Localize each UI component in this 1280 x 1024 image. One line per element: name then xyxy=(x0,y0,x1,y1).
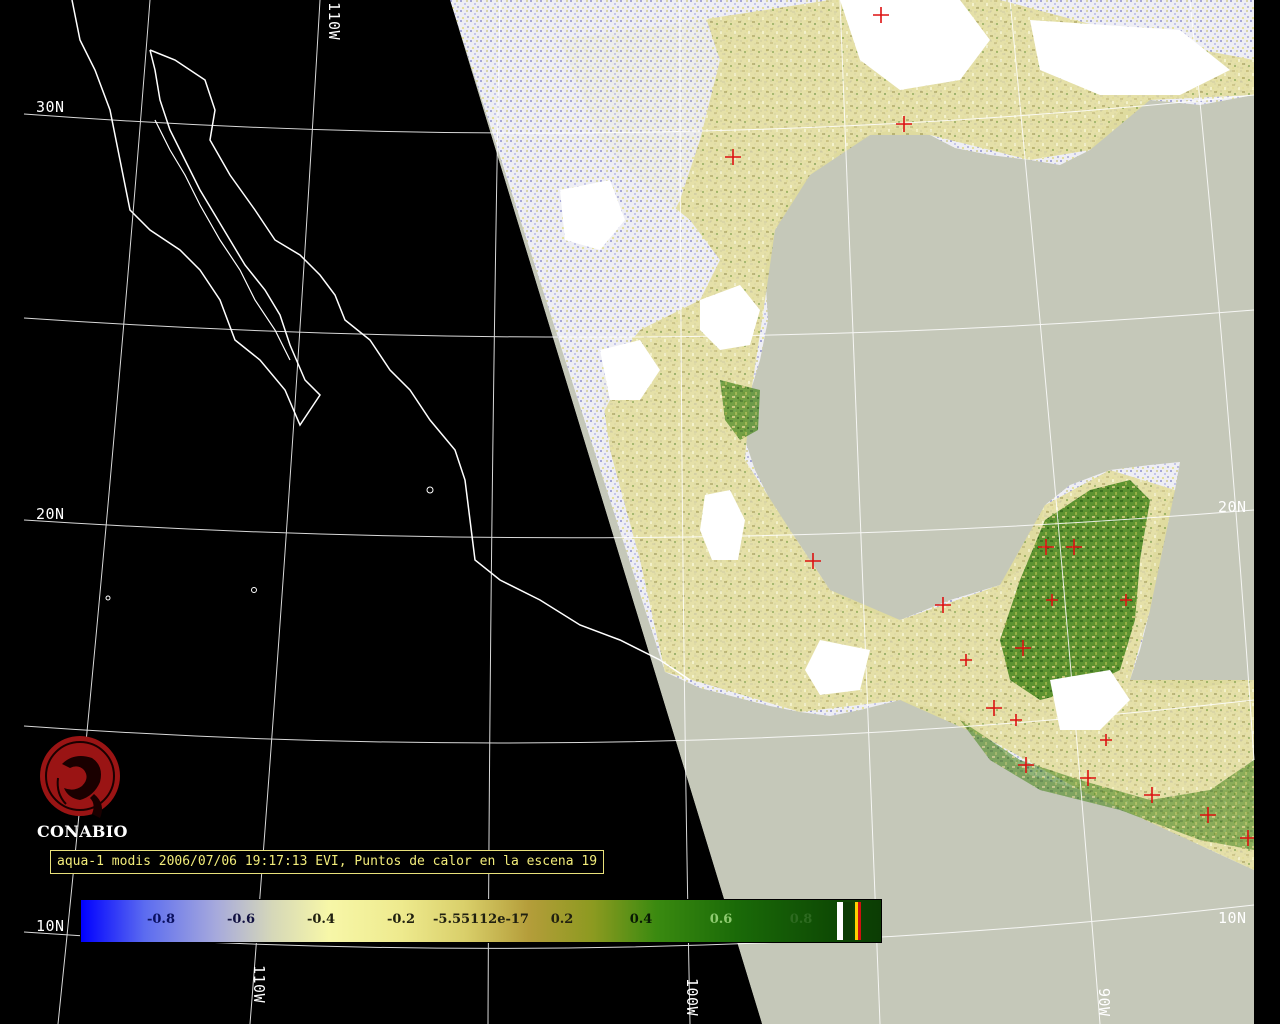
label-lon-90w-bottom: 90W xyxy=(1095,988,1113,1017)
colorbar-tick: 0.4 xyxy=(629,912,653,927)
label-lat-10n-left: 10N xyxy=(36,917,65,935)
colorbar-tick: -0.2 xyxy=(386,912,416,927)
colorbar-tick: -0.4 xyxy=(306,912,336,927)
label-lon-110w-top: 110W xyxy=(325,2,343,41)
colorbar-tick: 0.2 xyxy=(550,912,574,927)
label-lat-20n-right: 20N xyxy=(1218,498,1247,516)
label-lat-30n: 30N xyxy=(36,98,65,116)
colorbar-stripe-green xyxy=(843,902,853,940)
colorbar-stripe-red xyxy=(858,902,861,940)
colorbar-tick: 0.8 xyxy=(789,912,813,927)
organization-name: CONABIO xyxy=(37,822,128,841)
colorbar: -0.8 -0.6 -0.4 -0.2 -5.55112e-17 0.2 0.4… xyxy=(80,899,882,943)
label-lat-20n-left: 20N xyxy=(36,505,65,523)
colorbar-tick: -0.6 xyxy=(226,912,256,927)
label-lon-110w-bottom: 110W xyxy=(250,965,268,1004)
label-lon-100w-bottom: 100W xyxy=(683,978,701,1017)
map-caption: aqua-1 modis 2006/07/06 19:17:13 EVI, Pu… xyxy=(50,850,605,874)
label-lat-10n-right: 10N xyxy=(1218,909,1247,927)
colorbar-tick: 0.6 xyxy=(709,912,733,927)
colorbar-tick: -0.8 xyxy=(146,912,176,927)
map-stage: 30N 20N 20N 10N 10N 110W 110W 100W 90W C… xyxy=(0,0,1280,1024)
colorbar-tick: -5.55112e-17 xyxy=(433,912,529,927)
